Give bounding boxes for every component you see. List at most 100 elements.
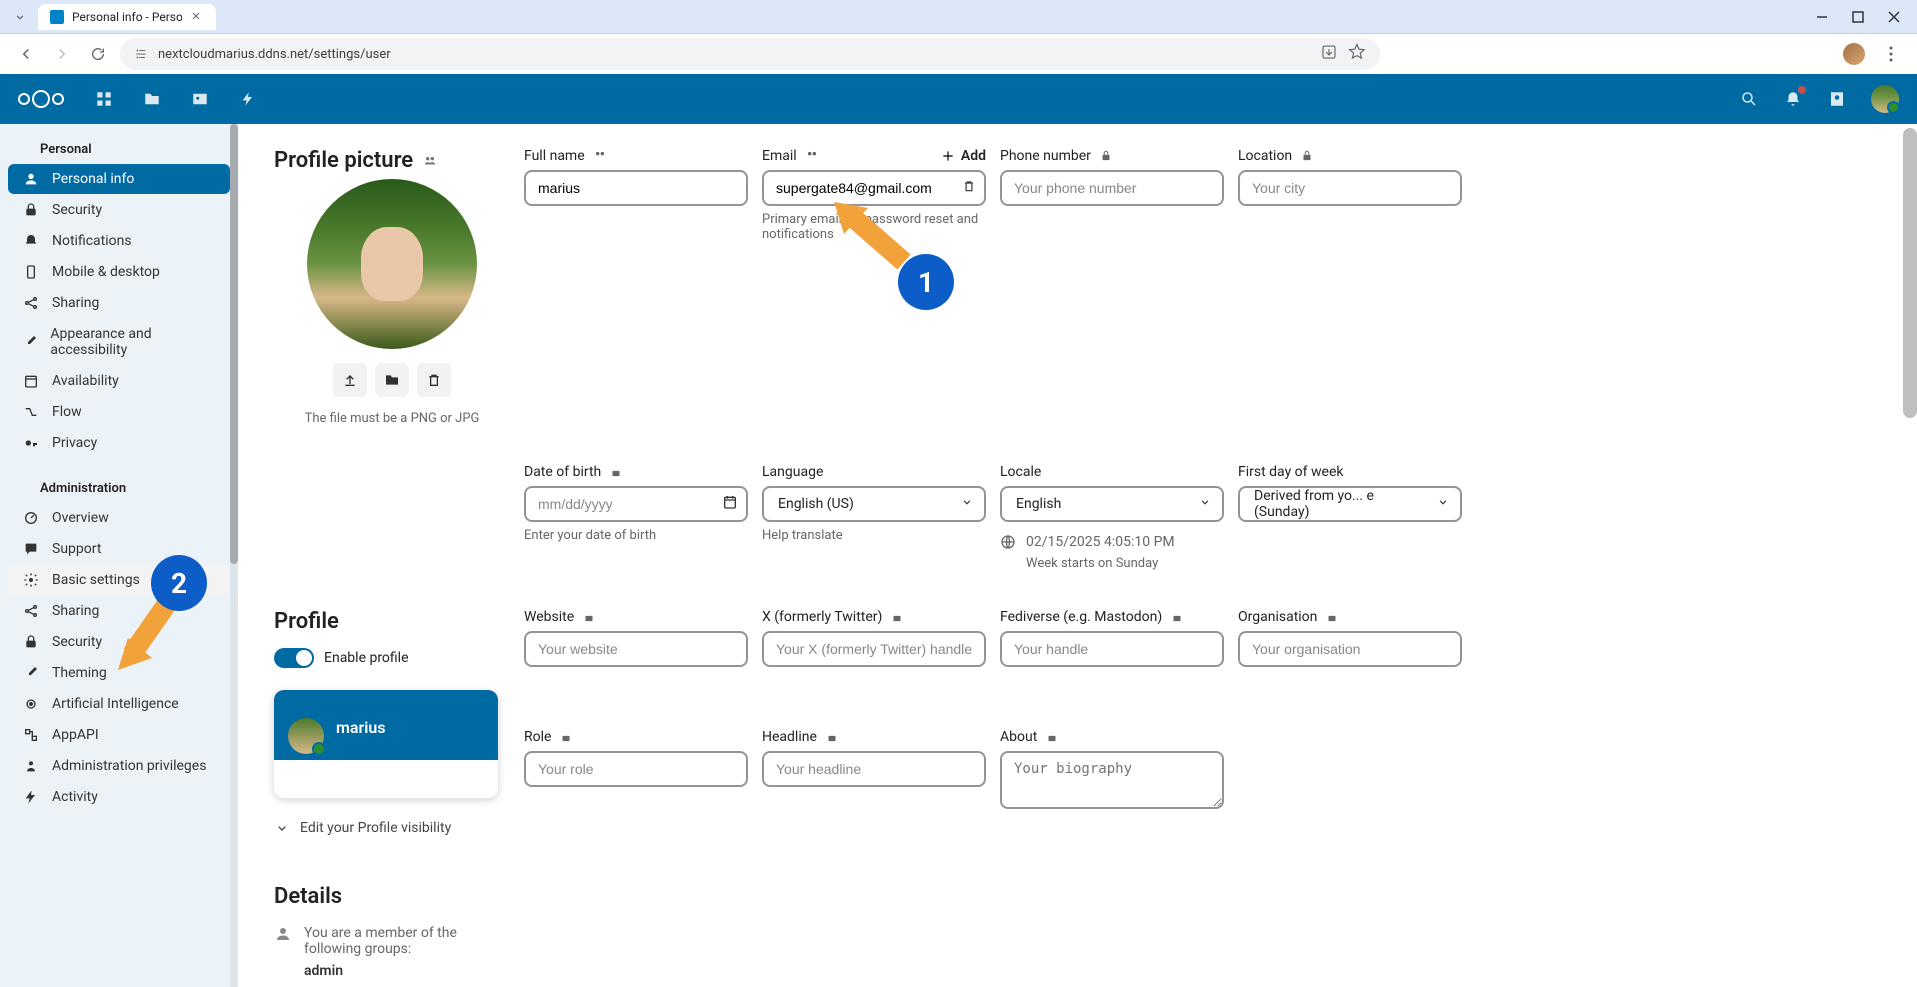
activity-app-icon[interactable]	[238, 89, 258, 109]
window-close-icon[interactable]	[1887, 10, 1901, 24]
enable-profile-toggle[interactable]	[274, 648, 314, 668]
url-bar[interactable]: nextcloudmarius.ddns.net/settings/user	[120, 38, 1380, 70]
calendar-icon[interactable]	[722, 494, 738, 514]
sidebar-item-ai[interactable]: Artificial Intelligence	[8, 689, 230, 719]
headline-input[interactable]	[762, 751, 986, 787]
role-label: Role	[524, 729, 551, 745]
main-scrollbar[interactable]	[1903, 124, 1917, 987]
lock-icon[interactable]	[582, 610, 596, 624]
delete-avatar-button[interactable]	[417, 363, 451, 397]
role-input[interactable]	[524, 751, 748, 787]
full-name-input[interactable]	[524, 170, 748, 206]
search-icon[interactable]	[1739, 89, 1759, 109]
back-button[interactable]	[12, 40, 40, 68]
website-input[interactable]	[524, 631, 748, 667]
phone-input[interactable]	[1000, 170, 1224, 206]
browser-menu-icon[interactable]	[1877, 40, 1905, 68]
sidebar-item-appapi[interactable]: AppAPI	[8, 720, 230, 750]
key-icon	[22, 435, 40, 451]
browser-tab[interactable]: Personal info - Persor	[38, 4, 216, 30]
sidebar-scrollbar[interactable]	[230, 124, 238, 987]
browser-tab-strip: Personal info - Persor	[0, 0, 1917, 34]
edit-profile-visibility-button[interactable]: Edit your Profile visibility	[274, 820, 510, 836]
lock-icon[interactable]	[1300, 149, 1314, 163]
lock-icon[interactable]	[609, 465, 623, 479]
files-app-icon[interactable]	[142, 89, 162, 109]
locale-week: Week starts on Sunday	[1026, 556, 1224, 571]
calendar-icon	[22, 373, 40, 389]
dashboard-app-icon[interactable]	[94, 89, 114, 109]
dob-input[interactable]	[524, 486, 748, 522]
avatar-note: The file must be a PNG or JPG	[274, 411, 510, 426]
tab-dropdown[interactable]	[8, 10, 32, 24]
forward-button[interactable]	[48, 40, 76, 68]
lock-icon[interactable]	[1325, 610, 1339, 624]
scope-icon[interactable]	[805, 149, 819, 163]
nextcloud-logo-icon[interactable]	[18, 90, 64, 108]
bookmark-icon[interactable]	[1348, 43, 1366, 65]
delete-email-icon[interactable]	[962, 179, 976, 197]
lock-icon[interactable]	[559, 730, 573, 744]
lock-icon	[22, 202, 40, 218]
flow-icon	[22, 404, 40, 420]
lock-icon[interactable]	[1170, 610, 1184, 624]
sidebar-item-activity[interactable]: Activity	[8, 782, 230, 812]
sidebar-item-security[interactable]: Security	[8, 195, 230, 225]
groups-text: You are a member of the following groups…	[304, 925, 514, 957]
sidebar-item-mobile-desktop[interactable]: Mobile & desktop	[8, 257, 230, 287]
sidebar-item-notifications[interactable]: Notifications	[8, 226, 230, 256]
lock-icon[interactable]	[1099, 149, 1113, 163]
share-icon	[22, 603, 40, 619]
language-help[interactable]: Help translate	[762, 528, 986, 543]
nextcloud-header	[0, 74, 1917, 124]
browser-profile-avatar[interactable]	[1843, 43, 1865, 65]
window-minimize-icon[interactable]	[1815, 10, 1829, 24]
sidebar-item-personal-info[interactable]: Personal info	[8, 164, 230, 194]
dob-label: Date of birth	[524, 464, 601, 480]
org-input[interactable]	[1238, 631, 1462, 667]
twitter-input[interactable]	[762, 631, 986, 667]
lock-icon[interactable]	[825, 730, 839, 744]
scope-icon[interactable]	[423, 154, 437, 168]
sidebar-item-availability[interactable]: Availability	[8, 366, 230, 396]
group-name: admin	[304, 963, 514, 979]
choose-avatar-button[interactable]	[375, 363, 409, 397]
tab-close-icon[interactable]	[190, 10, 204, 24]
settings-sidebar: Personal Personal info Security Notifica…	[0, 124, 238, 987]
lock-icon[interactable]	[1045, 730, 1059, 744]
sidebar-item-admin-privileges[interactable]: Administration privileges	[8, 751, 230, 781]
mobile-icon	[22, 264, 40, 280]
gauge-icon	[22, 510, 40, 526]
upload-avatar-button[interactable]	[333, 363, 367, 397]
add-email-button[interactable]: Add	[941, 148, 986, 164]
profile-avatar	[307, 179, 477, 349]
sidebar-section-admin: Administration	[0, 475, 238, 502]
fediverse-input[interactable]	[1000, 631, 1224, 667]
sidebar-item-overview[interactable]: Overview	[8, 503, 230, 533]
main-content: Profile picture The file must be a PNG o…	[238, 124, 1917, 987]
language-select[interactable]: English (US)	[762, 486, 986, 522]
sidebar-item-privacy[interactable]: Privacy	[8, 428, 230, 458]
email-input[interactable]	[762, 170, 986, 206]
contacts-icon[interactable]	[1827, 89, 1847, 109]
website-label: Website	[524, 609, 574, 625]
user-menu-avatar[interactable]	[1871, 85, 1899, 113]
install-app-icon[interactable]	[1320, 43, 1338, 65]
sidebar-item-appearance[interactable]: Appearance and accessibility	[8, 319, 230, 365]
photos-app-icon[interactable]	[190, 89, 210, 109]
sidebar-item-flow[interactable]: Flow	[8, 397, 230, 427]
window-maximize-icon[interactable]	[1851, 10, 1865, 24]
locale-time: 02/15/2025 4:05:10 PM	[1026, 534, 1175, 550]
notifications-icon[interactable]	[1783, 89, 1803, 109]
sidebar-item-sharing[interactable]: Sharing	[8, 288, 230, 318]
location-input[interactable]	[1238, 170, 1462, 206]
scope-icon[interactable]	[593, 149, 607, 163]
sidebar-item-support[interactable]: Support	[8, 534, 230, 564]
about-textarea[interactable]	[1000, 751, 1224, 809]
location-label: Location	[1238, 148, 1292, 164]
profile-preview-card[interactable]: marius	[274, 690, 498, 798]
locale-select[interactable]: English	[1000, 486, 1224, 522]
reload-button[interactable]	[84, 40, 112, 68]
lock-icon[interactable]	[890, 610, 904, 624]
firstday-select[interactable]: Derived from yo... e (Sunday)	[1238, 486, 1462, 522]
